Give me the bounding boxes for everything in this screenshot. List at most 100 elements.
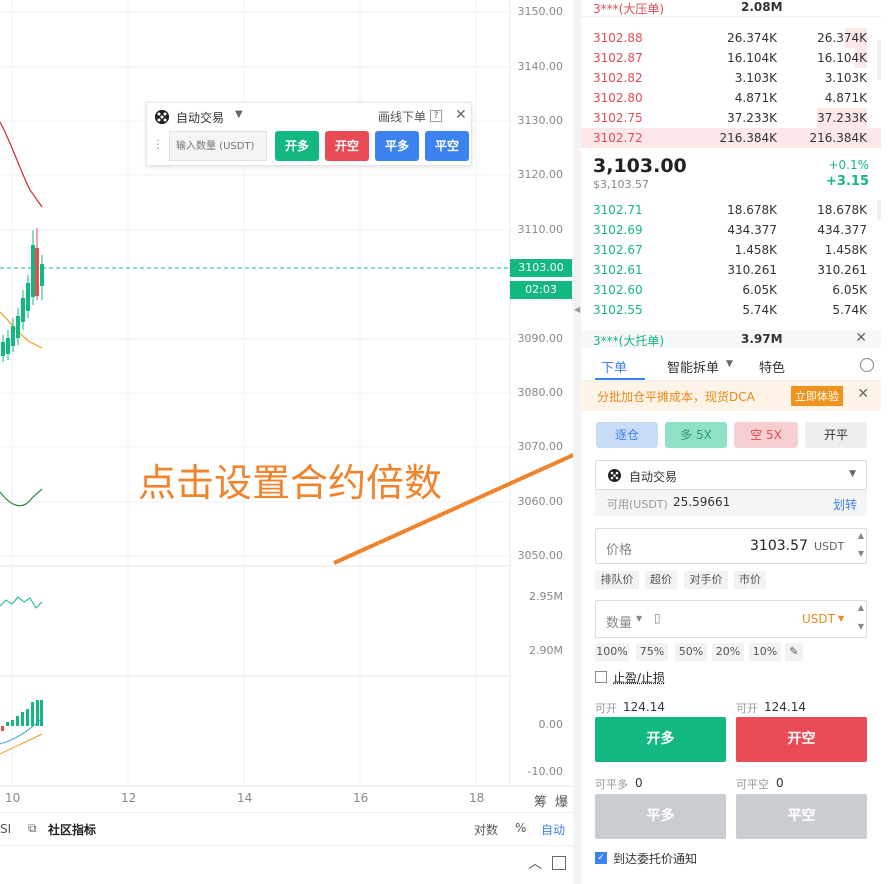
stepper-down-icon[interactable]: ▼	[858, 549, 864, 558]
chevron-down-icon: ▼	[849, 469, 856, 479]
margin-mode-button[interactable]: 逐仓	[596, 422, 658, 448]
bid-row[interactable]: 3102.60 6.05K 6.05K	[581, 280, 881, 300]
open-short-button[interactable]: 开空	[325, 131, 369, 161]
percent-20-button[interactable]: 20%	[712, 643, 744, 661]
countdown-tag: 02:03	[510, 281, 572, 299]
change-amount: +3.15	[826, 174, 869, 189]
trade-mode-select[interactable]: 自动交易 ▼	[595, 460, 867, 490]
chevron-down-icon[interactable]: ▼	[636, 614, 642, 623]
open-short-button[interactable]: 开空	[736, 717, 867, 762]
indicator-tab-fragment[interactable]: SI	[0, 822, 11, 836]
open-close-mode-button[interactable]: 开平	[805, 422, 867, 448]
candles	[1, 228, 44, 362]
y-axis-label: -10.00	[527, 765, 563, 778]
auto-scale-toggle[interactable]: 自动	[541, 821, 565, 838]
open-long-button[interactable]: 开多	[275, 131, 319, 161]
ask-row[interactable]: 3102.72 216.384K 216.384K	[581, 128, 881, 148]
notify-label[interactable]: 到达委托价通知	[613, 850, 697, 867]
quick-order-panel: 自动交易 ▼ 画线下单 ? ✕ ⋮⋮ 开多 开空 平多 平空	[146, 102, 472, 166]
y-axis-label: 3110.00	[517, 223, 564, 236]
tab-featured[interactable]: 特色	[759, 357, 785, 376]
tpsl-checkbox[interactable]	[595, 671, 607, 683]
over-price-button[interactable]: 超价	[645, 571, 677, 589]
ask-row[interactable]: 3102.88 26.374K 26.374K	[581, 28, 881, 48]
can-close-short: 0	[776, 776, 784, 790]
percent-10-button[interactable]: 10%	[749, 643, 781, 661]
y-axis-label: 3130.00	[517, 114, 564, 127]
stepper-down-icon[interactable]: ▼	[858, 622, 864, 631]
last-price-usd: $3,103.57	[593, 178, 649, 191]
last-price: 3,103.00	[593, 155, 687, 177]
auto-trade-icon	[155, 110, 169, 124]
calculator-icon[interactable]: ▯	[654, 611, 661, 625]
percent-75-button[interactable]: 75%	[636, 643, 668, 661]
short-leverage-button[interactable]: 空 5X	[734, 422, 798, 448]
chevron-up-icon[interactable]: ︿	[528, 853, 542, 873]
promo-banner[interactable]: 分批加仓平摊成本，现货DCA 立即体验 ✕	[581, 381, 881, 411]
liquidation-button[interactable]: 爆	[555, 791, 568, 810]
close-icon[interactable]: ✕	[855, 330, 867, 346]
ask-row[interactable]: 3102.82 3.103K 3.103K	[581, 68, 881, 88]
bid-row[interactable]: 3102.55 5.74K 5.74K	[581, 300, 881, 320]
tab-smart-split[interactable]: 智能拆单	[667, 357, 719, 376]
bid-row[interactable]: 3102.71 18.678K 18.678K	[581, 200, 881, 220]
chart-bottom-toolbar: SI ⧉ 社区指标 对数 % 自动 ︿	[0, 812, 573, 884]
panel-divider[interactable]: ◀	[573, 0, 581, 884]
y-axis-label: 3080.00	[517, 386, 564, 399]
y-axis-label: 3050.00	[517, 549, 564, 562]
trade-mode-select[interactable]: 自动交易	[176, 109, 224, 126]
close-long-button[interactable]: 平多	[595, 794, 726, 839]
percent-scale-toggle[interactable]: %	[515, 821, 526, 835]
counterparty-price-button[interactable]: 对手价	[684, 571, 728, 589]
draw-order-label[interactable]: 画线下单	[378, 108, 426, 125]
tab-place-order[interactable]: 下单	[601, 357, 627, 376]
stepper-up-icon[interactable]: ▲	[858, 531, 864, 540]
tpsl-label[interactable]: 止盈/止损	[613, 669, 665, 686]
bid-row[interactable]: 3102.61 310.261 310.261	[581, 260, 881, 280]
community-indicators-tab[interactable]: 社区指标	[48, 821, 96, 838]
notify-checkbox[interactable]: ✓	[595, 852, 607, 864]
annotation-text: 点击设置合约倍数	[138, 461, 443, 505]
help-icon[interactable]: ?	[430, 110, 442, 122]
chips-button[interactable]: 筹	[534, 791, 547, 810]
close-icon[interactable]: ✕	[455, 107, 467, 123]
ma-line-red	[0, 121, 43, 208]
close-long-button[interactable]: 平多	[375, 131, 419, 161]
can-open-short: 124.14	[764, 700, 806, 714]
bid-row[interactable]: 3102.67 1.458K 1.458K	[581, 240, 881, 260]
quantity-input[interactable]	[169, 131, 267, 161]
bid-row[interactable]: 3102.69 434.377 434.377	[581, 220, 881, 240]
price-input[interactable]: 价格 3103.57 USDT ▲ ▼	[595, 528, 867, 564]
long-leverage-button[interactable]: 多 5X	[665, 422, 727, 448]
close-short-button[interactable]: 平空	[736, 794, 867, 839]
gear-icon[interactable]	[860, 358, 874, 372]
close-short-button[interactable]: 平空	[425, 131, 469, 161]
ask-row[interactable]: 3102.87 16.104K 16.104K	[581, 48, 881, 68]
fullscreen-icon[interactable]	[552, 856, 566, 870]
can-close-long: 0	[635, 776, 643, 790]
ask-row[interactable]: 3102.75 37.233K 37.233K	[581, 108, 881, 128]
order-book: 3***(大压单) 2.08M 3102.88 26.374K 26.374K 31…	[581, 0, 889, 330]
chevron-down-icon[interactable]: ▼	[838, 614, 844, 623]
chevron-down-icon[interactable]: ▼	[235, 109, 243, 120]
percent-100-button[interactable]: 100%	[595, 643, 629, 661]
percent-50-button[interactable]: 50%	[675, 643, 707, 661]
chevron-down-icon[interactable]: ▼	[726, 359, 733, 369]
ask-row[interactable]: 3102.80 4.871K 4.871K	[581, 88, 881, 108]
edit-icon[interactable]: ⧉	[28, 821, 37, 836]
y-axis-label: 3150.00	[517, 5, 564, 18]
auto-trade-icon	[608, 469, 621, 485]
market-price-button[interactable]: 市价	[734, 571, 766, 589]
close-icon[interactable]: ✕	[857, 386, 869, 402]
quantity-input[interactable]: 数量 ▼ ▯ USDT ▼ ▲ ▼	[595, 600, 867, 638]
open-long-button[interactable]: 开多	[595, 717, 726, 762]
edit-icon[interactable]: ✎	[785, 643, 803, 661]
scrollbar[interactable]	[877, 40, 881, 80]
log-scale-toggle[interactable]: 对数	[474, 821, 498, 838]
transfer-link[interactable]: 划转	[833, 496, 857, 513]
x-axis-label: 10	[5, 791, 21, 805]
promo-button[interactable]: 立即体验	[791, 386, 843, 406]
queue-price-button[interactable]: 排队价	[595, 571, 639, 589]
scrollbar[interactable]	[877, 200, 881, 220]
stepper-up-icon[interactable]: ▲	[858, 603, 864, 612]
